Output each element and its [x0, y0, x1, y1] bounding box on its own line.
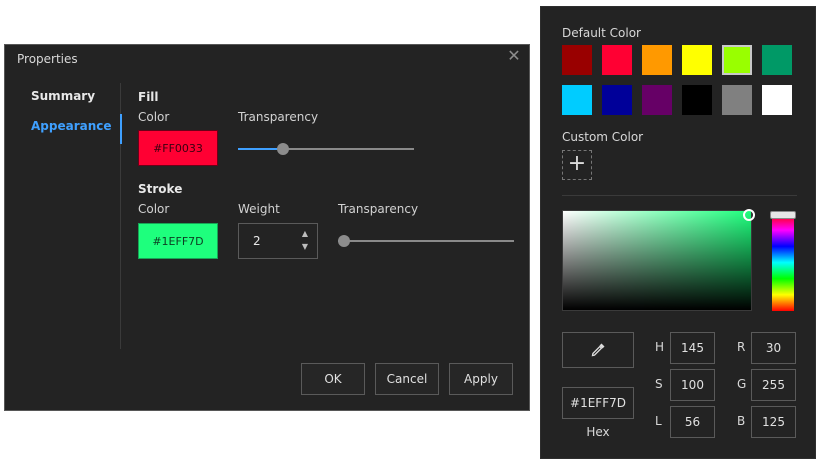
fill-color-swatch[interactable]: #FF0033: [138, 130, 218, 166]
h-input[interactable]: 145: [670, 332, 715, 364]
b-label: B: [737, 414, 746, 428]
hue-slider[interactable]: [770, 211, 796, 311]
weight-value[interactable]: 2: [253, 234, 261, 248]
stroke-transparency-slider[interactable]: [338, 235, 514, 247]
h-label: H: [655, 340, 665, 354]
default-color-swatch[interactable]: [682, 85, 712, 115]
chevron-down-icon[interactable]: ▼: [299, 242, 311, 252]
hue-slider-handle[interactable]: [770, 211, 796, 219]
picker-divider: [562, 195, 797, 196]
dialog-title: Properties: [17, 52, 78, 66]
fill-transparency-slider[interactable]: [238, 143, 414, 155]
b-input[interactable]: 125: [751, 406, 796, 438]
default-color-swatch[interactable]: [562, 45, 592, 75]
s-input[interactable]: 100: [670, 369, 715, 401]
stroke-color-label: Color: [138, 202, 170, 216]
nav-active-indicator: [120, 114, 122, 144]
ok-button[interactable]: OK: [301, 363, 365, 395]
hex-input[interactable]: #1EFF7D: [562, 387, 634, 419]
default-color-swatch[interactable]: [642, 45, 672, 75]
stroke-weight-label: Weight: [238, 202, 280, 216]
default-color-swatch[interactable]: [722, 85, 752, 115]
apply-button[interactable]: Apply: [449, 363, 513, 395]
properties-dialog: Properties ✕ Summary Appearance Fill Col…: [4, 44, 530, 411]
g-input[interactable]: 255: [751, 369, 796, 401]
slider-thumb[interactable]: [338, 235, 350, 247]
default-color-label: Default Color: [562, 26, 641, 40]
r-input[interactable]: 30: [751, 332, 796, 364]
default-color-swatch[interactable]: [682, 45, 712, 75]
default-color-swatch[interactable]: [602, 85, 632, 115]
default-color-swatch[interactable]: [602, 45, 632, 75]
default-color-swatch[interactable]: [762, 85, 792, 115]
nav-summary[interactable]: Summary: [31, 89, 95, 103]
default-color-swatch[interactable]: [762, 45, 792, 75]
weight-stepper[interactable]: 2 ▲ ▼: [238, 223, 318, 259]
plus-icon[interactable]: +: [562, 150, 592, 180]
hex-label: Hex: [586, 425, 610, 439]
color-picker-panel: Default Color Custom Color + #1EFF7D Hex…: [540, 6, 816, 459]
default-color-swatch[interactable]: [562, 85, 592, 115]
chevron-up-icon[interactable]: ▲: [299, 229, 311, 239]
stroke-heading: Stroke: [138, 182, 183, 196]
color-area-handle[interactable]: [743, 209, 755, 221]
close-icon[interactable]: ✕: [507, 48, 521, 64]
l-input[interactable]: 56: [670, 406, 715, 438]
slider-thumb[interactable]: [277, 143, 289, 155]
stroke-color-swatch[interactable]: #1EFF7D: [138, 223, 218, 259]
fill-heading: Fill: [138, 90, 159, 104]
stroke-transparency-label: Transparency: [338, 202, 419, 216]
nav-appearance[interactable]: Appearance: [31, 119, 112, 133]
l-label: L: [655, 414, 662, 428]
eyedropper-button[interactable]: [562, 332, 634, 368]
fill-transparency-label: Transparency: [238, 110, 319, 124]
r-label: R: [737, 340, 746, 354]
slider-track: [338, 240, 514, 242]
s-label: S: [655, 377, 663, 391]
eyedropper-icon: [591, 343, 605, 357]
fill-color-label: Color: [138, 110, 170, 124]
saturation-lightness-area[interactable]: [562, 209, 755, 311]
custom-color-label: Custom Color: [562, 130, 644, 144]
default-color-swatch[interactable]: [722, 45, 752, 75]
g-label: G: [737, 377, 747, 391]
default-color-swatch[interactable]: [642, 85, 672, 115]
cancel-button[interactable]: Cancel: [375, 363, 439, 395]
